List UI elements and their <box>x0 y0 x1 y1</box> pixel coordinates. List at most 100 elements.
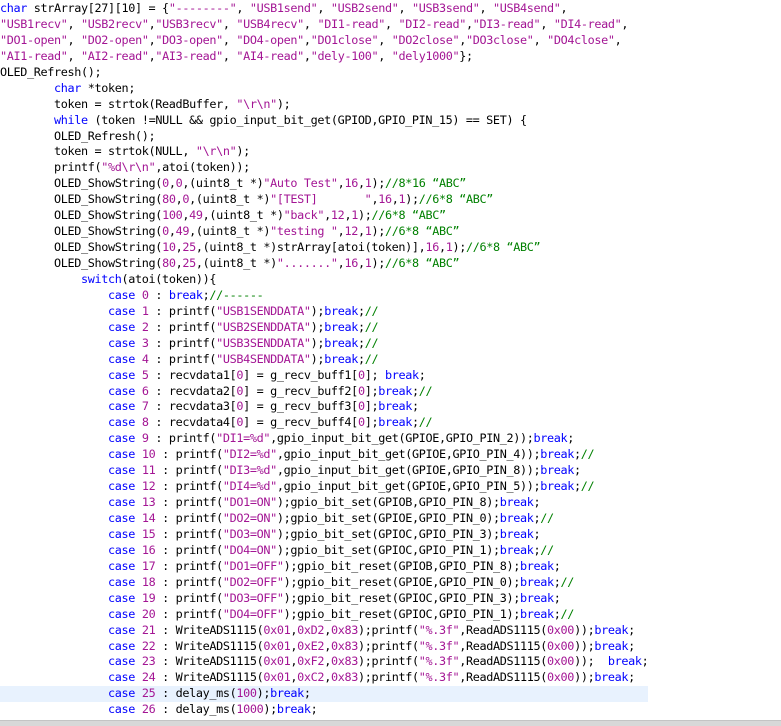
code-token: ,(uint8_t *) <box>195 256 277 270</box>
code-token: ; <box>533 495 541 510</box>
keyword-token: break <box>594 638 629 653</box>
code-token: ; <box>411 415 419 430</box>
code-line[interactable]: printf("%d\r\n",atoi(token)); <box>0 160 648 176</box>
code-line[interactable]: case 25 : delay_ms(100);break; <box>0 686 649 703</box>
code-token: , <box>378 48 392 63</box>
string-token: "USB4recv" <box>236 16 304 31</box>
code-token: *token; <box>81 80 136 95</box>
string-token: "USB1send" <box>249 1 318 15</box>
string-token: "testing " <box>270 224 338 239</box>
code-line[interactable]: OLED_ShowString(100, 49,(uint8_t *)"back"… <box>0 208 648 224</box>
code-line[interactable]: "DO1-open", "DO2-open","DO3-open", "DO4-… <box>0 33 648 49</box>
code-line[interactable]: case 12 : printf("DI4=%d",gpio_input_bit… <box>0 479 648 495</box>
number-token: 0 <box>162 224 169 239</box>
code-token: , <box>303 48 311 63</box>
code-line[interactable]: case 14 : printf("DO2=ON");gpio_bit_set(… <box>0 511 648 527</box>
code-line[interactable]: OLED_ShowString(80, 25,(uint8_t *)"......… <box>0 256 648 272</box>
code-line[interactable]: case 3 : printf("USB3SENDDATA");break;// <box>0 336 648 352</box>
number-token: 10 <box>162 240 176 255</box>
code-line[interactable]: char *token; <box>0 81 648 97</box>
code-line[interactable]: case 17 : printf("DO1=OFF");gpio_bit_res… <box>0 559 648 575</box>
comment-token: //6*8 “ABC” <box>371 208 446 223</box>
code-token: ); <box>371 256 385 270</box>
code-token: ] = g_recv_buff2[ <box>243 383 358 398</box>
code-text-area[interactable]: char strArray[27][10] = {"--------", "US… <box>0 1 649 718</box>
code-line[interactable]: token = strtok(ReadBuffer, "\r\n"); <box>0 97 648 113</box>
horizontal-scrollbar[interactable] <box>0 720 781 726</box>
comment-token: // <box>418 415 433 430</box>
code-token: : printf( <box>155 574 223 589</box>
code-token: )); <box>574 638 595 653</box>
code-editor[interactable]: char strArray[27][10] = {"--------", "US… <box>0 0 781 720</box>
code-token: , <box>67 48 82 63</box>
number-token: 24 <box>141 670 156 685</box>
code-line[interactable]: case 11 : printf("DI3=%d",gpio_input_bit… <box>0 463 648 479</box>
number-token: 0x00 <box>547 638 575 653</box>
string-token: "DI3-read" <box>472 16 541 31</box>
code-line[interactable]: case 2 : printf("USB2SENDDATA");break;// <box>0 320 648 336</box>
code-line[interactable]: case 24 : WriteADS1115(0x01,0xC2,0x83);p… <box>0 670 648 686</box>
code-token: ,gpio_input_bit_get(GPIOE,GPIO_PIN_5)); <box>276 479 541 494</box>
code-token: );printf( <box>357 670 419 685</box>
code-line[interactable]: case 7 : recvdata3[0] = g_recv_buff3[0];… <box>0 399 648 415</box>
code-line[interactable]: char strArray[27][10] = {"--------", "US… <box>0 1 648 17</box>
code-line[interactable]: case 22 : WriteADS1115(0x01,0xE2,0x83);p… <box>0 639 648 655</box>
code-line[interactable]: OLED_Refresh(); <box>0 129 648 145</box>
code-line[interactable]: case 4 : printf("USB4SENDDATA");break;// <box>0 352 648 368</box>
code-line[interactable]: OLED_ShowString(0,0,(uint8_t *)"Auto Tes… <box>0 176 648 192</box>
code-line[interactable]: case 20 : printf("DO4=OFF");gpio_bit_res… <box>0 607 648 623</box>
code-token: );printf( <box>357 654 419 669</box>
comment-token: // <box>418 383 433 398</box>
code-token: , <box>222 16 237 31</box>
code-line[interactable]: case 8 : recvdata4[0] = g_recv_buff4[0];… <box>0 415 648 431</box>
code-token: ; <box>553 606 561 621</box>
code-line[interactable]: case 9 : printf("DI1=%d",gpio_input_bit_… <box>0 431 648 447</box>
code-token: OLED_Refresh(); <box>0 128 156 143</box>
code-line[interactable]: case 16 : printf("DO4=ON");gpio_bit_set(… <box>0 543 648 559</box>
code-line[interactable]: OLED_ShowString(10, 25,(uint8_t *)strArra… <box>0 240 648 256</box>
code-line[interactable]: OLED_ShowString(0,49,(uint8_t *)"testing… <box>0 224 648 240</box>
code-line[interactable]: OLED_Refresh(); <box>0 65 648 81</box>
code-line[interactable]: "USB1recv", "USB2recv","USB3recv", "USB4… <box>0 17 648 33</box>
code-line[interactable]: case 15 : printf("DO3=ON");gpio_bit_set(… <box>0 527 648 543</box>
code-line[interactable]: token = strtok(NULL, "\r\n"); <box>0 144 648 160</box>
code-line[interactable]: case 0 : break;//------ <box>0 288 648 304</box>
number-token: 16 <box>425 240 439 255</box>
code-token: ,(uint8_t *) <box>182 176 264 191</box>
number-token: 0x00 <box>547 622 575 637</box>
code-line[interactable]: while (token !=NULL && gpio_input_bit_ge… <box>0 113 648 129</box>
code-line[interactable]: OLED_ShowString(80,0,(uint8_t *)"[TEST] … <box>0 192 648 208</box>
code-token: : recvdata1[ <box>148 367 237 382</box>
number-token: 25 <box>182 240 196 255</box>
code-token: , <box>614 32 622 47</box>
string-token: "DO1-open" <box>0 32 68 47</box>
code-line[interactable]: case 10 : printf("DI2=%d",gpio_input_bit… <box>0 447 648 463</box>
code-line[interactable]: case 19 : printf("DO3=OFF");gpio_bit_res… <box>0 591 648 607</box>
code-line[interactable]: case 26 : delay_ms(1000);break; <box>0 702 648 718</box>
code-token: ; <box>411 383 419 398</box>
string-token: "DO3=ON" <box>222 526 277 541</box>
code-line[interactable]: case 18 : printf("DO2=OFF");gpio_bit_res… <box>0 575 648 591</box>
comment-token: // <box>580 479 595 494</box>
code-token: : printf( <box>155 606 223 621</box>
code-line[interactable]: switch(atoi(token)){ <box>0 272 648 288</box>
code-line[interactable]: case 13 : printf("DO1=ON");gpio_bit_set(… <box>0 495 648 511</box>
code-line[interactable]: case 6 : recvdata2[0] = g_recv_buff2[0];… <box>0 384 648 400</box>
code-line[interactable]: case 5 : recvdata1[0] = g_recv_buff1[0];… <box>0 368 648 384</box>
number-token: 3 <box>141 335 149 350</box>
code-line[interactable]: case 23 : WriteADS1115(0x01,0xF2,0x83);p… <box>0 654 649 670</box>
keyword-token: break <box>540 479 575 494</box>
code-line[interactable]: case 1 : printf("USB1SENDDATA");break;// <box>0 304 648 320</box>
keyword-token: break <box>533 431 568 446</box>
code-line[interactable]: "AI1-read", "AI2-read","AI3-read", "AI4-… <box>0 49 648 65</box>
code-line[interactable]: case 21 : WriteADS1115(0x01,0xD2,0x83);p… <box>0 623 648 639</box>
